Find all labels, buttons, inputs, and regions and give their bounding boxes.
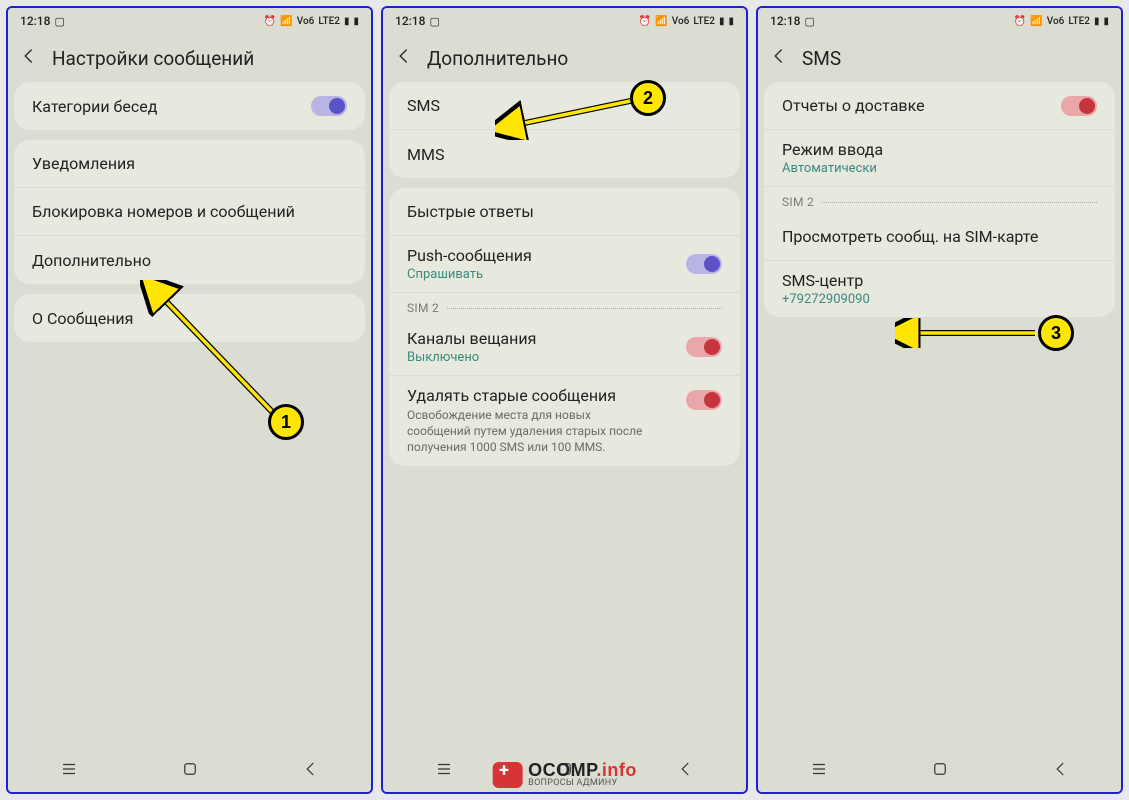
card: Категории бесед	[14, 82, 365, 130]
battery-icon: ▮	[1103, 16, 1109, 27]
back-icon[interactable]	[770, 47, 788, 69]
page-title: Дополнительно	[427, 47, 568, 70]
row-input-mode[interactable]: Режим ввода Автоматически	[764, 130, 1115, 187]
row-delete-old[interactable]: Удалять старые сообщения Освобождение ме…	[389, 376, 740, 466]
title-bar: Настройки сообщений	[8, 34, 371, 82]
nav-bar	[8, 750, 371, 792]
nav-bar	[758, 750, 1121, 792]
toggle-icon[interactable]	[686, 390, 722, 410]
battery-icon: ▮	[353, 16, 359, 27]
home-button[interactable]	[181, 760, 199, 782]
title-bar: Дополнительно	[383, 34, 746, 82]
card: Уведомления Блокировка номеров и сообщен…	[14, 140, 365, 284]
toggle-icon[interactable]	[311, 96, 347, 116]
signal-icon: ▮	[1094, 16, 1100, 27]
watermark: OCOMP.info ВОПРОСЫ АДМИНУ	[492, 761, 637, 788]
toggle-icon[interactable]	[686, 337, 722, 357]
annotation-badge-2: 2	[630, 80, 666, 116]
gallery-icon: ▢	[804, 15, 814, 28]
wifi-icon: 📶	[280, 16, 292, 27]
phone-screen-3: 12:18 ▢ ⏰ 📶 Vo6 LTE2 ▮ ▮ SMS Отчеты о до…	[756, 6, 1123, 794]
wifi-icon: 📶	[655, 16, 667, 27]
row-view-sim-messages[interactable]: Просмотреть сообщ. на SIM-карте	[764, 213, 1115, 261]
row-quick-replies[interactable]: Быстрые ответы	[389, 188, 740, 236]
card: Быстрые ответы Push-сообщения Спрашивать…	[389, 188, 740, 466]
lte-label2: LTE2	[1068, 16, 1090, 27]
gallery-icon: ▢	[429, 15, 439, 28]
row-push[interactable]: Push-сообщения Спрашивать	[389, 236, 740, 293]
lte-label: Vo6	[297, 16, 315, 27]
row-sms-center[interactable]: SMS-центр +79272909090	[764, 261, 1115, 317]
page-title: Настройки сообщений	[52, 47, 254, 70]
back-button[interactable]	[677, 760, 695, 782]
row-block[interactable]: Блокировка номеров и сообщений	[14, 188, 365, 236]
toggle-icon[interactable]	[686, 254, 722, 274]
alarm-icon: ⏰	[1014, 16, 1026, 27]
page-title: SMS	[802, 47, 841, 70]
watermark-subtitle: ВОПРОСЫ АДМИНУ	[528, 779, 637, 788]
sim-section-label: SIM 2	[389, 293, 740, 319]
row-notifications[interactable]: Уведомления	[14, 140, 365, 188]
battery-icon: ▮	[728, 16, 734, 27]
wifi-icon: 📶	[1030, 16, 1042, 27]
watermark-title: OCOMP.info	[528, 761, 637, 779]
lte-label2: LTE2	[693, 16, 715, 27]
back-button[interactable]	[1052, 760, 1070, 782]
gallery-icon: ▢	[54, 15, 64, 28]
row-delivery-reports[interactable]: Отчеты о доставке	[764, 82, 1115, 130]
alarm-icon: ⏰	[264, 16, 276, 27]
back-icon[interactable]	[20, 47, 38, 69]
status-bar: 12:18 ▢ ⏰ 📶 Vo6 LTE2 ▮ ▮	[383, 8, 746, 34]
status-bar: 12:18 ▢ ⏰ 📶 Vo6 LTE2 ▮ ▮	[8, 8, 371, 34]
home-button[interactable]	[931, 760, 949, 782]
row-categories[interactable]: Категории бесед	[14, 82, 365, 130]
back-button[interactable]	[302, 760, 320, 782]
annotation-arrow-3	[895, 318, 1045, 348]
recents-button[interactable]	[435, 760, 453, 782]
back-icon[interactable]	[395, 47, 413, 69]
status-time: 12:18	[395, 14, 425, 28]
title-bar: SMS	[758, 34, 1121, 82]
lte-label: Vo6	[1047, 16, 1065, 27]
signal-icon: ▮	[344, 16, 350, 27]
lte-label2: LTE2	[318, 16, 340, 27]
status-bar: 12:18 ▢ ⏰ 📶 Vo6 LTE2 ▮ ▮	[758, 8, 1121, 34]
watermark-icon	[492, 762, 522, 788]
row-advanced[interactable]: Дополнительно	[14, 236, 365, 284]
recents-button[interactable]	[810, 760, 828, 782]
status-time: 12:18	[770, 14, 800, 28]
alarm-icon: ⏰	[639, 16, 651, 27]
row-broadcast[interactable]: Каналы вещания Выключено	[389, 319, 740, 376]
toggle-icon[interactable]	[1061, 96, 1097, 116]
sim-section-label: SIM 2	[764, 187, 1115, 213]
card: Отчеты о доставке Режим ввода Автоматиче…	[764, 82, 1115, 317]
status-time: 12:18	[20, 14, 50, 28]
lte-label: Vo6	[672, 16, 690, 27]
annotation-badge-1: 1	[268, 404, 304, 440]
signal-icon: ▮	[719, 16, 725, 27]
recents-button[interactable]	[60, 760, 78, 782]
annotation-badge-3: 3	[1038, 315, 1074, 351]
